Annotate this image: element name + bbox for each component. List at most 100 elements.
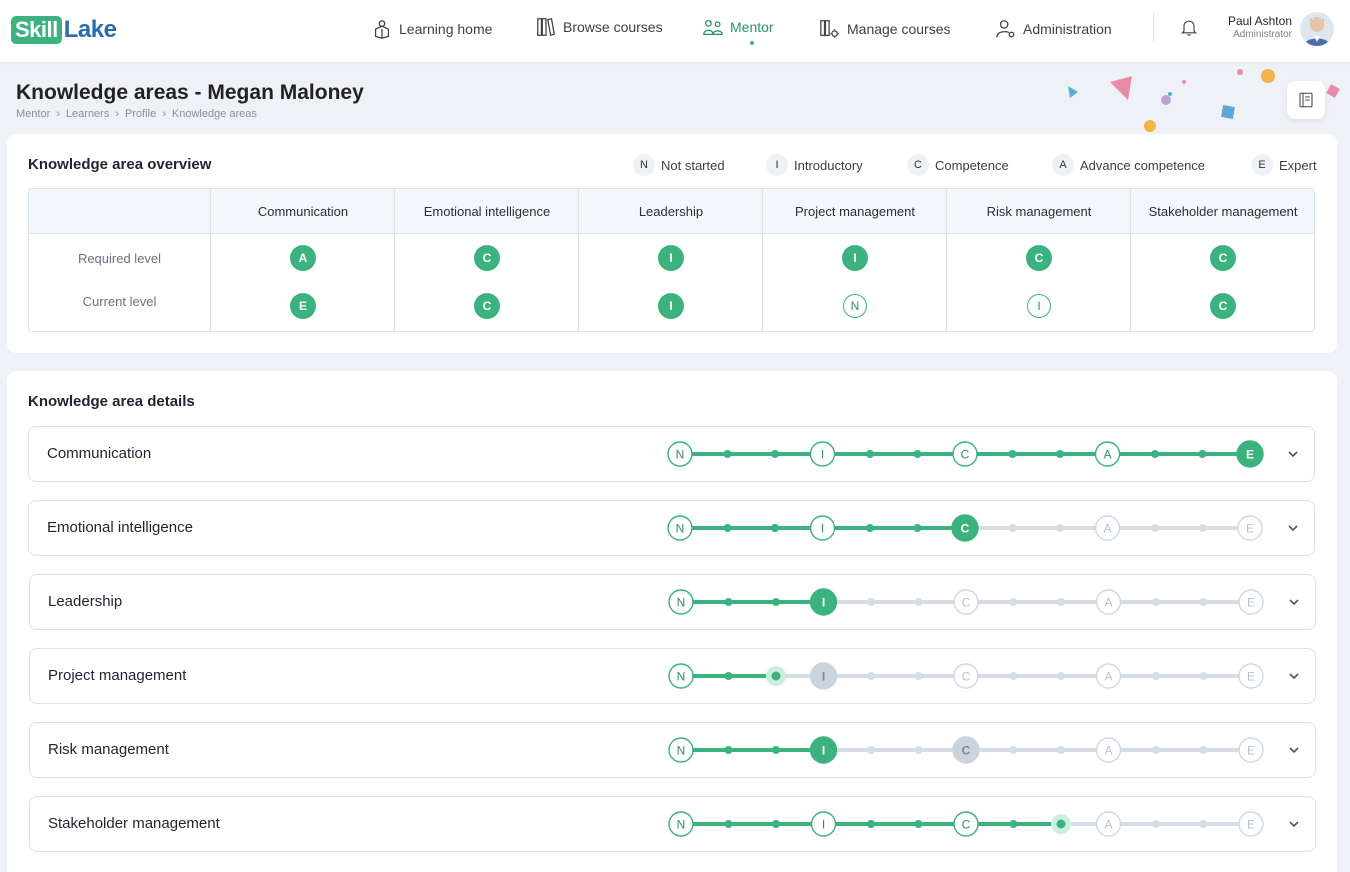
track-substep-dot: [771, 450, 779, 458]
track-substep-dot: [724, 746, 733, 754]
level-node-a: A: [1095, 663, 1122, 689]
track-substep-dot: [1151, 524, 1159, 532]
track-substep-dot: [1056, 819, 1066, 829]
current-level-badge: C: [474, 293, 500, 319]
level-progress-track: NICAE: [667, 514, 1263, 542]
level-node-label: I: [822, 596, 825, 610]
legend-label: Advance competence: [1080, 157, 1206, 173]
nav-learning-home[interactable]: Learning home: [371, 16, 492, 42]
track-substep-dot: [1199, 746, 1208, 754]
nav-learning-home-label: Learning home: [399, 21, 493, 37]
required-level-badge: I: [658, 245, 684, 271]
accordion-row[interactable]: Communication N I C A E: [28, 426, 1315, 482]
level-node-label: A: [1103, 448, 1111, 462]
track-substep-dot: [866, 450, 874, 458]
accordion-row[interactable]: Emotional intelligence N I C A E: [28, 500, 1315, 556]
level-node-label: C: [961, 522, 970, 536]
accordion-row-label: Project management: [48, 667, 187, 684]
breadcrumb-learners[interactable]: Learners: [66, 108, 109, 120]
track-substep-dot: [1198, 450, 1207, 458]
level-node-a: A: [1094, 515, 1121, 541]
level-node-label: N: [677, 670, 686, 684]
overview-column: Leadership I I: [578, 189, 762, 331]
accordion-row[interactable]: Stakeholder management N I C A E: [29, 796, 1316, 852]
track-substep-dot: [1199, 672, 1208, 680]
legend-label: Introductory: [794, 157, 863, 173]
level-node-label: C: [961, 448, 970, 462]
level-node-n: N: [668, 737, 694, 763]
mentor-icon: [703, 19, 723, 35]
level-node-e: E: [1238, 589, 1264, 615]
track-substep-dot: [1152, 672, 1160, 680]
level-node-label: A: [1104, 818, 1112, 832]
skilllake-logo[interactable]: Skill Lake: [11, 16, 117, 44]
level-node-label: C: [962, 670, 971, 684]
chevron-down-icon: [1289, 673, 1299, 680]
level-node-label: A: [1103, 522, 1111, 536]
expand-chevron-button[interactable]: [1286, 521, 1300, 535]
legend-not-started: N Not started: [633, 154, 725, 176]
accordion-row-label: Risk management: [48, 741, 169, 758]
track-substep-dot: [771, 524, 779, 532]
level-node-label: A: [1104, 670, 1112, 684]
track-substep-dot: [914, 820, 923, 828]
track-substep-dot: [772, 820, 780, 828]
level-progress-track: NICAE: [668, 736, 1264, 764]
level-node-c: C: [953, 589, 979, 615]
level-node-e: E: [1238, 663, 1264, 689]
nav-manage-courses[interactable]: Manage courses: [819, 16, 951, 42]
level-node-label: E: [1246, 448, 1254, 462]
breadcrumb-mentor[interactable]: Mentor: [16, 108, 50, 120]
track-substep-dot: [724, 672, 733, 680]
track-substep-dot: [1199, 598, 1208, 606]
breadcrumb-chevron-icon: ›: [56, 108, 60, 120]
legend-competence: C Competence: [907, 154, 1009, 176]
nav-administration[interactable]: Administration: [995, 16, 1112, 42]
level-node-label: I: [822, 670, 825, 684]
expand-chevron-button[interactable]: [1287, 669, 1301, 683]
current-level-badge: N: [843, 294, 867, 318]
accordion-row[interactable]: Leadership N I C A E: [29, 574, 1316, 630]
level-node-label: C: [962, 818, 971, 832]
track-substep-dot: [1057, 598, 1065, 606]
track-substep-dot: [913, 450, 922, 458]
chevron-down-icon: [1289, 747, 1299, 754]
level-node-a: A: [1095, 589, 1122, 615]
overview-column: Risk management C I: [946, 189, 1130, 331]
expand-chevron-button[interactable]: [1287, 743, 1301, 757]
track-substep-dot: [914, 672, 923, 680]
expand-chevron-button[interactable]: [1287, 817, 1301, 831]
nav-browse-courses[interactable]: Browse courses: [535, 14, 663, 40]
level-node-label: E: [1247, 744, 1255, 758]
nav-mentor[interactable]: Mentor: [702, 14, 774, 40]
notebook-icon: [1299, 92, 1313, 108]
track-substep-dot: [723, 450, 732, 458]
chevron-down-icon: [1288, 525, 1298, 532]
overview-column-header: Emotional intelligence: [423, 204, 551, 219]
top-navigation-bar: Skill Lake Learning home Browse courses …: [0, 0, 1350, 62]
track-substep-dot: [723, 524, 732, 532]
level-node-c: C: [953, 811, 979, 837]
current-level-badge: E: [290, 293, 316, 319]
accordion-row[interactable]: Project management N I C A E: [29, 648, 1316, 704]
expand-chevron-button[interactable]: [1287, 595, 1301, 609]
track-substep-dot: [867, 598, 875, 606]
user-avatar[interactable]: [1300, 12, 1334, 46]
page-title: Knowledge areas - Megan Maloney: [16, 81, 364, 104]
notifications-button[interactable]: [1179, 17, 1201, 39]
track-substep-dot: [1008, 524, 1017, 532]
level-node-n: N: [667, 441, 693, 467]
breadcrumb-knowledge-areas: Knowledge areas: [171, 108, 257, 120]
level-node-a: A: [1095, 811, 1122, 837]
track-substep-dot: [1009, 820, 1018, 828]
current-level-badge: C: [1210, 293, 1236, 319]
legend-label: Expert: [1279, 157, 1317, 173]
track-substep-dot: [1009, 672, 1018, 680]
track-substep-dot: [1152, 820, 1160, 828]
expand-chevron-button[interactable]: [1286, 447, 1300, 461]
overview-column: Stakeholder management C C: [1130, 189, 1314, 331]
notebook-panel-button[interactable]: [1287, 81, 1325, 119]
accordion-row[interactable]: Risk management N I C A E: [29, 722, 1316, 778]
breadcrumb-profile[interactable]: Profile: [125, 108, 156, 120]
accordion-row-label: Emotional intelligence: [47, 519, 193, 536]
